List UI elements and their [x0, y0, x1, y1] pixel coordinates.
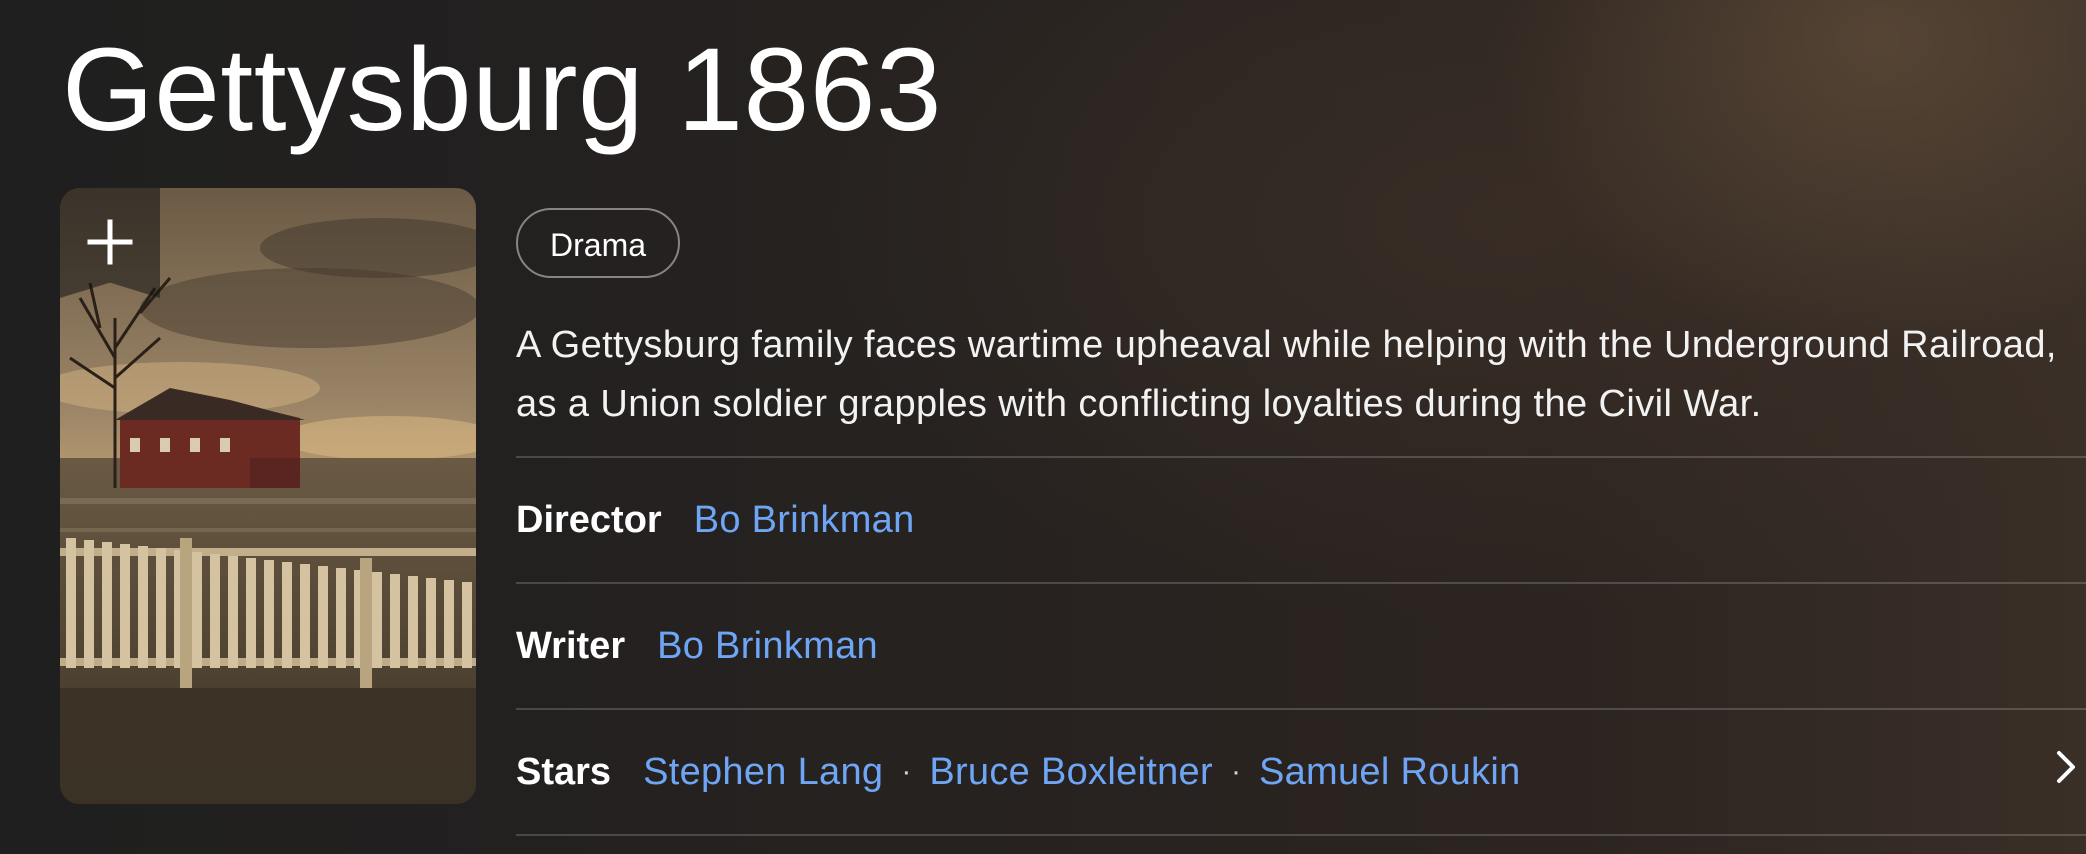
stars-label: Stars: [516, 750, 612, 793]
star-link-2[interactable]: Bruce Boxleitner: [929, 751, 1213, 794]
page-title: Gettysburg 1863: [62, 24, 942, 156]
star-link-1[interactable]: Stephen Lang: [643, 751, 883, 794]
stars-more-button[interactable]: [2054, 749, 2078, 795]
genre-list: Drama: [516, 208, 2086, 278]
star-link-3[interactable]: Samuel Roukin: [1259, 751, 1521, 794]
director-link[interactable]: Bo Brinkman: [694, 499, 915, 542]
plot-summary: A Gettysburg family faces wartime upheav…: [516, 324, 2057, 425]
add-to-watchlist-button[interactable]: [60, 188, 160, 298]
genre-chip-drama[interactable]: Drama: [516, 208, 681, 278]
star-separator: ·: [901, 755, 912, 788]
writer-label: Writer: [516, 624, 626, 667]
writer-link[interactable]: Bo Brinkman: [657, 625, 878, 668]
plus-icon: [87, 219, 133, 265]
chevron-right-icon: [2057, 751, 2075, 783]
director-label: Director: [516, 498, 662, 541]
movie-poster[interactable]: [60, 188, 476, 804]
credits-list: Director Bo Brinkman Writer Bo Brinkman …: [516, 456, 2086, 836]
star-separator: ·: [1230, 755, 1241, 788]
director-row: Director Bo Brinkman: [516, 456, 2086, 582]
stars-row[interactable]: Stars Stephen Lang · Bruce Boxleitner · …: [516, 708, 2086, 836]
writer-row: Writer Bo Brinkman: [516, 582, 2086, 708]
movie-details: Drama A Gettysburg family faces wartime …: [516, 208, 2086, 836]
